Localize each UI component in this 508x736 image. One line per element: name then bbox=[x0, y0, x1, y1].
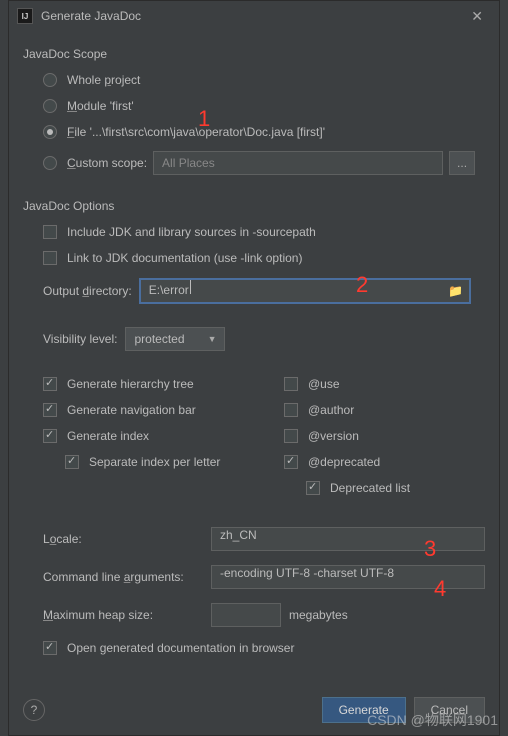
include-jdk-checkbox[interactable]: Include JDK and library sources in -sour… bbox=[43, 225, 485, 239]
scope-label: JavaDoc Scope bbox=[23, 47, 485, 61]
scope-radio-group: Whole project Module 'first' File '...\f… bbox=[43, 73, 485, 175]
checkbox-label: Generate navigation bar bbox=[67, 403, 196, 417]
heap-row: Maximum heap size: megabytes bbox=[43, 603, 485, 627]
visibility-select[interactable]: protected ▼ bbox=[125, 327, 225, 351]
radio-icon bbox=[43, 99, 57, 113]
checkbox-col-right: @use @author @version @deprecated bbox=[284, 365, 485, 507]
generate-javadoc-dialog: IJ Generate JavaDoc ✕ JavaDoc Scope Whol… bbox=[8, 0, 500, 736]
output-dir-label: Output directory: bbox=[43, 284, 132, 298]
checkbox-icon bbox=[284, 377, 298, 391]
checkbox-icon bbox=[306, 481, 320, 495]
locale-label: Locale: bbox=[43, 532, 203, 546]
heap-input[interactable] bbox=[211, 603, 281, 627]
visibility-row: Visibility level: protected ▼ bbox=[43, 327, 485, 351]
checkbox-icon bbox=[43, 225, 57, 239]
scope-whole-project[interactable]: Whole project bbox=[43, 73, 485, 87]
radio-icon bbox=[43, 73, 57, 87]
heap-label: Maximum heap size: bbox=[43, 608, 203, 622]
version-checkbox[interactable]: @version bbox=[284, 429, 485, 443]
visibility-label: Visibility level: bbox=[43, 332, 117, 346]
scope-custom[interactable]: Custom scope: All Places ... bbox=[43, 151, 485, 175]
radio-icon bbox=[43, 125, 57, 139]
use-checkbox[interactable]: @use bbox=[284, 377, 485, 391]
radio-label: Module 'first' bbox=[67, 99, 134, 113]
app-icon: IJ bbox=[17, 8, 33, 24]
radio-label: Custom scope: bbox=[67, 156, 147, 170]
open-browser-checkbox[interactable]: Open generated documentation in browser bbox=[43, 641, 485, 655]
checkbox-label: Separate index per letter bbox=[89, 455, 220, 469]
link-jdk-checkbox[interactable]: Link to JDK documentation (use -link opt… bbox=[43, 251, 485, 265]
cmd-args-input[interactable]: -encoding UTF-8 -charset UTF-8 bbox=[211, 565, 485, 589]
checkbox-icon bbox=[284, 429, 298, 443]
checkbox-icon bbox=[65, 455, 79, 469]
output-dir-row: Output directory: E:\error 📁 bbox=[43, 279, 485, 303]
checkbox-label: @deprecated bbox=[308, 455, 380, 469]
checkbox-icon bbox=[284, 403, 298, 417]
checkbox-label: Include JDK and library sources in -sour… bbox=[67, 225, 316, 239]
checkbox-label: Link to JDK documentation (use -link opt… bbox=[67, 251, 302, 265]
radio-icon bbox=[43, 156, 57, 170]
custom-scope-value: All Places bbox=[162, 156, 215, 170]
cancel-button[interactable]: Cancel bbox=[414, 697, 485, 723]
checkbox-col-left: Generate hierarchy tree Generate navigat… bbox=[43, 365, 244, 507]
titlebar: IJ Generate JavaDoc ✕ bbox=[9, 1, 499, 31]
radio-label: File '...\first\src\com\java\operator\Do… bbox=[67, 125, 325, 139]
checkbox-label: Generate index bbox=[67, 429, 149, 443]
button-bar: ? Generate Cancel bbox=[23, 697, 485, 723]
author-checkbox[interactable]: @author bbox=[284, 403, 485, 417]
deprecated-checkbox[interactable]: @deprecated bbox=[284, 455, 485, 469]
checkbox-icon bbox=[43, 377, 57, 391]
deprecated-list-checkbox[interactable]: Deprecated list bbox=[306, 481, 485, 495]
radio-label: Whole project bbox=[67, 73, 140, 87]
checkbox-icon bbox=[43, 641, 57, 655]
custom-scope-select[interactable]: All Places bbox=[153, 151, 443, 175]
checkbox-label: @author bbox=[308, 403, 354, 417]
checkbox-icon bbox=[43, 429, 57, 443]
gen-nav-checkbox[interactable]: Generate navigation bar bbox=[43, 403, 244, 417]
generate-button[interactable]: Generate bbox=[322, 697, 406, 723]
cmd-args-label: Command line arguments: bbox=[43, 570, 203, 584]
visibility-value: protected bbox=[134, 332, 184, 346]
checkbox-label: @use bbox=[308, 377, 340, 391]
chevron-down-icon: ▼ bbox=[208, 334, 217, 344]
cmd-args-row: Command line arguments: -encoding UTF-8 … bbox=[43, 565, 485, 589]
browse-scope-button[interactable]: ... bbox=[449, 151, 475, 175]
checkbox-label: Generate hierarchy tree bbox=[67, 377, 194, 391]
scope-file[interactable]: File '...\first\src\com\java\operator\Do… bbox=[43, 125, 485, 139]
checkbox-icon bbox=[284, 455, 298, 469]
checkbox-label: @version bbox=[308, 429, 359, 443]
dialog-title: Generate JavaDoc bbox=[41, 9, 463, 23]
gen-hierarchy-checkbox[interactable]: Generate hierarchy tree bbox=[43, 377, 244, 391]
checkbox-columns: Generate hierarchy tree Generate navigat… bbox=[43, 365, 485, 507]
options-label: JavaDoc Options bbox=[23, 199, 485, 213]
scope-module[interactable]: Module 'first' bbox=[43, 99, 485, 113]
help-icon[interactable]: ? bbox=[23, 699, 45, 721]
checkbox-label: Open generated documentation in browser bbox=[67, 641, 294, 655]
heap-unit: megabytes bbox=[289, 608, 348, 622]
gen-index-checkbox[interactable]: Generate index bbox=[43, 429, 244, 443]
checkbox-label: Deprecated list bbox=[330, 481, 410, 495]
dialog-content: JavaDoc Scope Whole project Module 'firs… bbox=[9, 31, 499, 677]
checkbox-icon bbox=[43, 251, 57, 265]
locale-row: Locale: zh_CN bbox=[43, 527, 485, 551]
locale-input[interactable]: zh_CN bbox=[211, 527, 485, 551]
output-dir-input[interactable]: E:\error bbox=[140, 279, 470, 303]
checkbox-icon bbox=[43, 403, 57, 417]
close-icon[interactable]: ✕ bbox=[463, 4, 491, 29]
options-group: Include JDK and library sources in -sour… bbox=[43, 225, 485, 655]
sep-index-checkbox[interactable]: Separate index per letter bbox=[65, 455, 244, 469]
